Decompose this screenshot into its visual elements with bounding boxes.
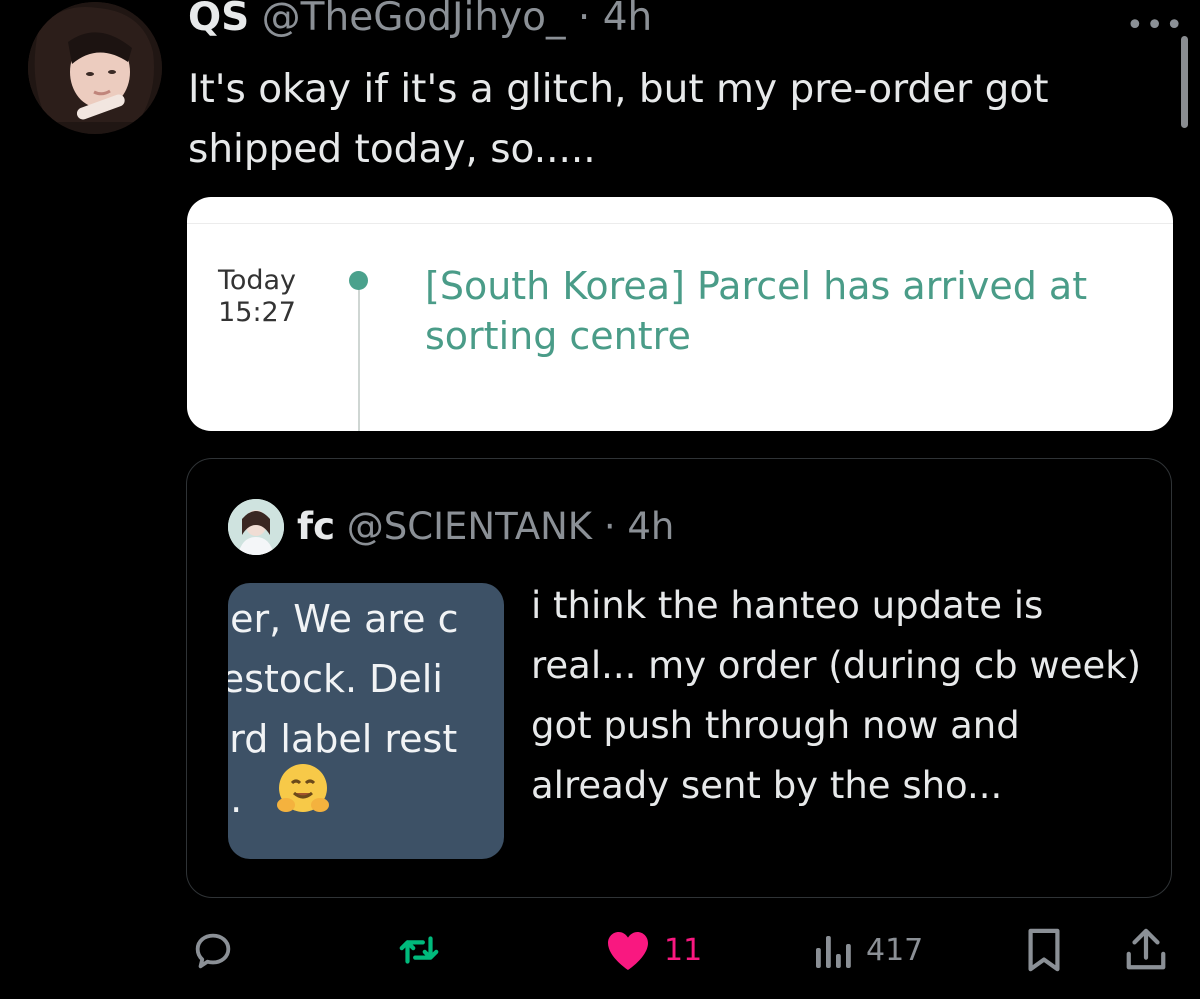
author-avatar[interactable]	[28, 2, 162, 134]
quoted-image-text: der, We are c restock. Deli ord label re…	[228, 589, 459, 829]
quoted-author-name[interactable]: fc	[297, 505, 335, 548]
quoted-author-avatar[interactable]	[228, 499, 284, 555]
like-count: 11	[664, 932, 703, 968]
quoted-image[interactable]: der, We are c restock. Deli ord label re…	[228, 583, 504, 859]
card-divider	[187, 223, 1173, 224]
scrollbar[interactable]	[1181, 36, 1188, 128]
more-options-icon[interactable]: •••	[1126, 8, 1185, 43]
retweet-icon	[399, 936, 439, 964]
reply-button[interactable]	[190, 920, 236, 980]
retweet-button[interactable]	[395, 920, 443, 980]
action-bar: 11 417	[0, 920, 1200, 980]
views-icon	[816, 936, 851, 968]
share-icon	[1126, 928, 1166, 970]
author-name[interactable]: QS	[188, 0, 249, 40]
heart-icon	[608, 932, 648, 970]
tracking-time: 15:27	[218, 297, 296, 328]
image-line: der, We are c	[228, 597, 459, 641]
image-line: ord label rest	[228, 717, 458, 761]
tweet-text: It's okay if it's a glitch, but my pre-o…	[188, 67, 1049, 172]
quoted-author-handle-time[interactable]: @SCIENTANK · 4h	[347, 505, 675, 548]
timeline-line	[358, 279, 360, 431]
image-line: g.	[228, 777, 243, 821]
quoted-text: i think the hanteo update is real... my …	[531, 584, 1142, 807]
tracking-screenshot[interactable]: Today 15:27 [South Korea] Parcel has arr…	[187, 197, 1173, 431]
reply-icon	[195, 933, 231, 969]
bookmark-button[interactable]	[1024, 920, 1064, 980]
tracking-timestamp: Today 15:27	[187, 265, 327, 329]
author-handle-time[interactable]: @TheGodJihyo_ · 4h	[262, 0, 653, 40]
tracking-message: [South Korea] Parcel has arrived at sort…	[425, 264, 1088, 358]
tweet-header: QS @TheGodJihyo_ · 4h	[188, 0, 652, 46]
tweet: QS @TheGodJihyo_ · 4h ••• It's okay if i…	[0, 0, 1200, 999]
quoted-avatar-image	[228, 499, 284, 555]
like-button[interactable]: 11	[604, 920, 702, 980]
image-line: restock. Deli	[228, 657, 443, 701]
avatar-image	[28, 2, 162, 134]
tracking-date: Today	[217, 265, 297, 296]
quoted-tweet[interactable]: fc @SCIENTANK · 4h der, We are c restock…	[186, 458, 1172, 898]
share-button[interactable]	[1124, 920, 1168, 980]
timeline-dot	[349, 271, 368, 290]
quoted-header: fc @SCIENTANK · 4h	[297, 499, 674, 555]
hugging-face-icon	[277, 764, 329, 812]
bookmark-icon	[1028, 928, 1060, 972]
views-count: 417	[866, 932, 924, 968]
views-button[interactable]: 417	[814, 920, 923, 980]
